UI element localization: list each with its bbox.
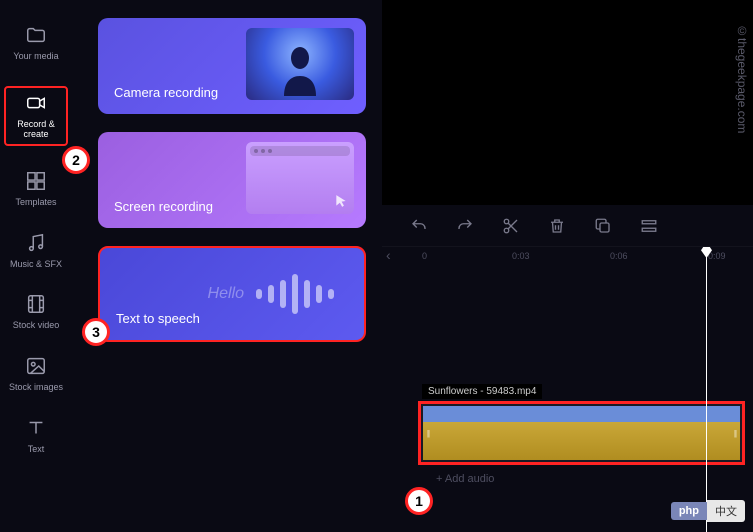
image-icon	[25, 355, 47, 377]
film-icon	[25, 293, 47, 315]
templates-icon	[25, 170, 47, 192]
copy-icon[interactable]	[594, 217, 612, 235]
timeline: ‹ 0 0:03 0:06 0:09 Sunflowers - 59483.mp…	[382, 205, 753, 532]
watermark-text: ©thegeekpage.com	[735, 24, 749, 133]
camera-thumbnail	[246, 28, 354, 100]
screen-thumbnail	[246, 142, 354, 214]
track-header	[382, 269, 418, 429]
card-title: Screen recording	[114, 199, 213, 214]
video-preview	[382, 0, 753, 205]
sidebar-item-label: Your media	[13, 52, 58, 62]
sidebar-item-text[interactable]: Text	[0, 417, 72, 455]
clip-filename: Sunflowers - 59483.mp4	[422, 384, 542, 399]
card-title: Text to speech	[116, 311, 200, 326]
ruler-tick: 0:03	[512, 251, 530, 261]
text-icon	[25, 417, 47, 439]
sidebar-item-label: Record & create	[17, 120, 55, 140]
timeline-toolbar	[382, 205, 753, 247]
ruler-tick: 0	[422, 251, 427, 261]
annotation-badge-1: 1	[405, 487, 433, 515]
card-text-to-speech[interactable]: Text to speech Hello	[98, 246, 366, 342]
redo-icon[interactable]	[456, 217, 474, 235]
php-badge: php 中文	[671, 500, 745, 522]
annotation-badge-2: 2	[62, 146, 90, 174]
card-screen-recording[interactable]: Screen recording	[98, 132, 366, 228]
card-camera-recording[interactable]: Camera recording	[98, 18, 366, 114]
sidebar-item-stock-images[interactable]: Stock images	[0, 355, 72, 393]
sidebar-item-templates[interactable]: Templates	[0, 170, 72, 208]
sidebar-item-music-sfx[interactable]: Music & SFX	[0, 232, 72, 270]
clip-handle-right[interactable]: ||	[730, 406, 740, 460]
ruler-tick: 0:09	[708, 251, 726, 261]
sidebar-item-label: Text	[28, 445, 45, 455]
folder-icon	[25, 24, 47, 46]
php-lang: 中文	[707, 500, 745, 522]
card-title: Camera recording	[114, 85, 218, 100]
hello-text: Hello	[208, 285, 244, 303]
sidebar-item-label: Templates	[15, 198, 56, 208]
waveform-icon	[256, 274, 334, 314]
sidebar-item-record-create[interactable]: Record & create	[4, 86, 68, 146]
settings-icon[interactable]	[640, 217, 658, 235]
add-audio-hint[interactable]: + Add audio	[436, 473, 494, 485]
undo-icon[interactable]	[410, 217, 428, 235]
sidebar-item-your-media[interactable]: Your media	[0, 24, 72, 62]
playhead[interactable]	[706, 247, 707, 532]
clip-handle-left[interactable]: ||	[423, 406, 433, 460]
cursor-icon	[334, 194, 348, 208]
ruler-tick: 0:06	[610, 251, 628, 261]
person-silhouette-icon	[280, 44, 320, 96]
sidebar-item-stock-video[interactable]: Stock video	[0, 293, 72, 331]
video-clip[interactable]: || ||	[418, 401, 745, 465]
sidebar: Your media Record & create Templates Mus…	[0, 0, 72, 532]
sidebar-item-label: Stock images	[9, 383, 63, 393]
music-icon	[25, 232, 47, 254]
timeline-ruler[interactable]: 0 0:03 0:06 0:09	[382, 247, 753, 269]
record-create-panel: Camera recording Screen recording Text t…	[72, 0, 382, 532]
split-icon[interactable]	[502, 217, 520, 235]
camera-icon	[25, 92, 47, 114]
php-label: php	[671, 502, 707, 520]
trash-icon[interactable]	[548, 217, 566, 235]
sidebar-item-label: Stock video	[13, 321, 60, 331]
window-chrome-icon	[250, 146, 350, 156]
annotation-badge-3: 3	[82, 318, 110, 346]
sidebar-item-label: Music & SFX	[10, 260, 62, 270]
